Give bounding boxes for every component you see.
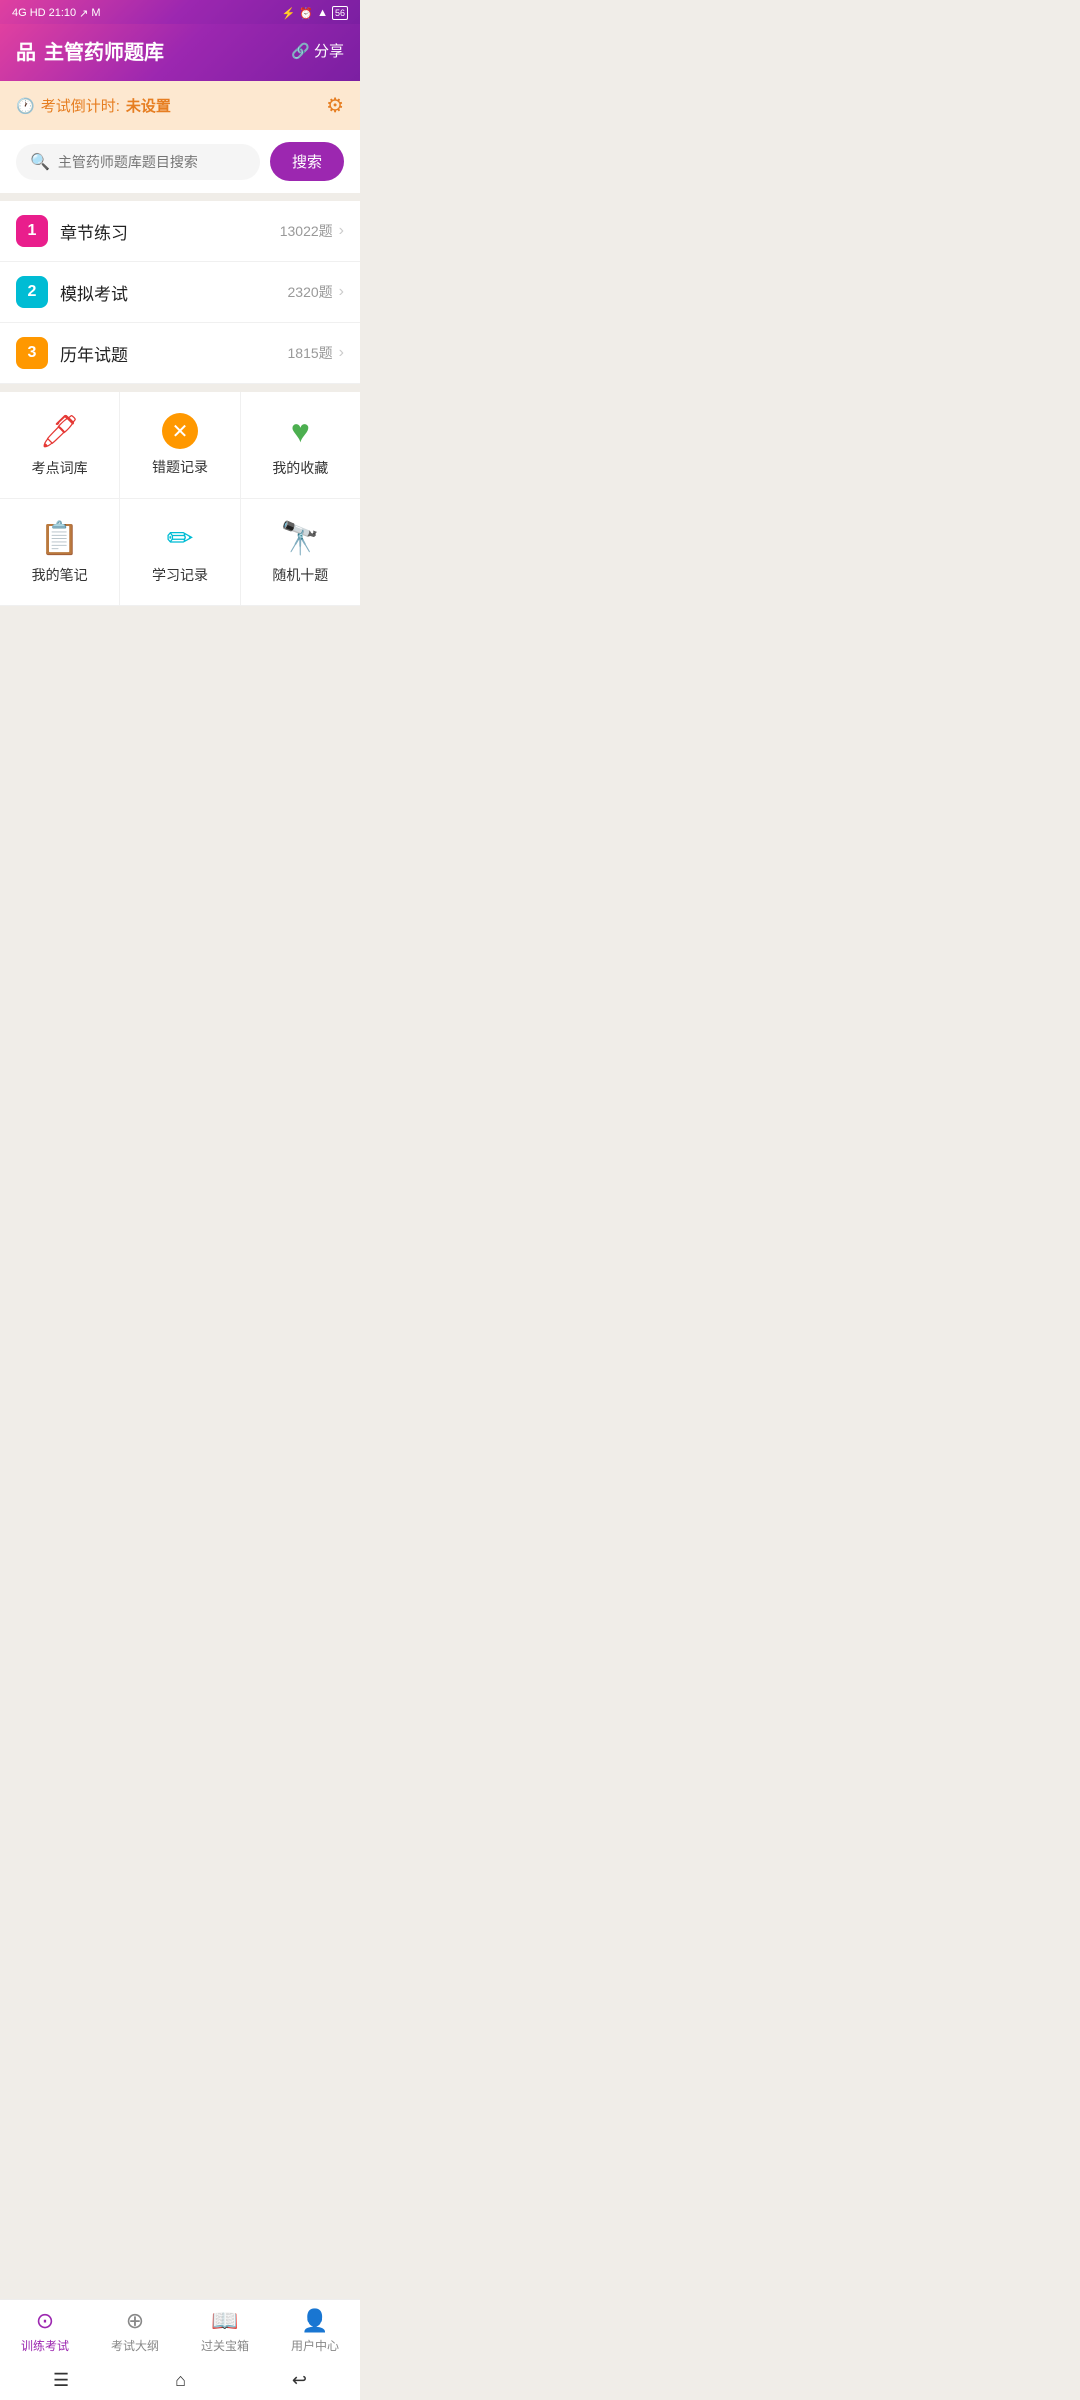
- user-icon: 👤: [301, 2308, 328, 2334]
- grid-cell-kaodian[interactable]: 🖊 考点词库: [0, 392, 120, 498]
- status-left: 4G HD 21:10 ↗ M: [12, 7, 101, 20]
- direction-icon: ↗: [79, 7, 88, 20]
- category-item-3[interactable]: 3 历年试题 1815题 ›: [0, 323, 360, 384]
- category-num-1: 1: [16, 215, 48, 247]
- share-button[interactable]: 🔗 分享: [291, 40, 344, 61]
- category-count-3: 1815题: [288, 343, 333, 363]
- grid-section: 🖊 考点词库 ✕ 错题记录 ♥ 我的收藏 📋 我的笔记 ✏ 学习记录: [0, 392, 360, 606]
- nav-item-user[interactable]: 👤 用户中心: [270, 2308, 360, 2354]
- nav-label-user: 用户中心: [291, 2337, 339, 2354]
- category-arrow-2: ›: [339, 283, 344, 301]
- category-label-2: 模拟考试: [60, 280, 288, 305]
- app-header: 品 主管药师题库 🔗 分享: [0, 24, 360, 81]
- heart-icon: ♥: [291, 413, 310, 450]
- notes-icon: 📋: [40, 519, 80, 557]
- binoculars-icon: 🔭: [280, 519, 320, 557]
- hd-icon: HD: [30, 7, 46, 19]
- category-count-2: 2320题: [288, 282, 333, 302]
- search-section: 🔍 搜索: [0, 130, 360, 193]
- cross-circle-icon: ✕: [162, 413, 198, 449]
- app-title: 主管药师题库: [44, 36, 164, 65]
- countdown-bar: 🕐 考试倒计时: 未设置 ⚙: [0, 81, 360, 130]
- home-icon: ⊙: [36, 2308, 54, 2334]
- target-icon: ⊕: [126, 2308, 144, 2334]
- category-num-2: 2: [16, 276, 48, 308]
- grid-cell-biji[interactable]: 📋 我的笔记: [0, 499, 120, 605]
- notification-icon: M: [91, 7, 100, 19]
- header-title: 品 主管药师题库: [16, 36, 164, 65]
- nav-item-treasure[interactable]: 📖 过关宝箱: [180, 2308, 270, 2354]
- countdown-settings-button[interactable]: ⚙: [326, 93, 344, 118]
- bottom-nav: ⊙ 训练考试 ⊕ 考试大纲 📖 过关宝箱 👤 用户中心: [0, 2299, 360, 2360]
- alarm-icon: ⏰: [299, 7, 313, 20]
- empty-content-area: [0, 606, 360, 906]
- status-right: ⚡ ⏰ ▲ 56: [282, 6, 348, 20]
- back-system-button[interactable]: ↩: [292, 2370, 307, 2391]
- home-system-button[interactable]: ⌂: [175, 2370, 186, 2391]
- biji-label: 我的笔记: [32, 565, 88, 585]
- category-list: 1 章节练习 13022题 › 2 模拟考试 2320题 › 3 历年试题 18…: [0, 201, 360, 384]
- category-item-2[interactable]: 2 模拟考试 2320题 ›: [0, 262, 360, 323]
- nav-label-train: 训练考试: [21, 2337, 69, 2354]
- category-label-1: 章节练习: [60, 219, 280, 244]
- xuexi-label: 学习记录: [152, 565, 208, 585]
- grid-cell-suiji[interactable]: 🔭 随机十题: [241, 499, 360, 605]
- nav-item-train[interactable]: ⊙ 训练考试: [0, 2308, 90, 2354]
- search-input-wrap: 🔍: [16, 144, 260, 180]
- search-button[interactable]: 搜索: [270, 142, 344, 181]
- nav-label-outline: 考试大纲: [111, 2337, 159, 2354]
- grid-cell-cuoti[interactable]: ✕ 错题记录: [120, 392, 240, 498]
- grid-row-2: 📋 我的笔记 ✏ 学习记录 🔭 随机十题: [0, 499, 360, 606]
- category-item-1[interactable]: 1 章节练习 13022题 ›: [0, 201, 360, 262]
- bluetooth-icon: ⚡: [282, 7, 296, 20]
- category-arrow-3: ›: [339, 344, 344, 362]
- pencil-icon: 🖊: [39, 412, 80, 450]
- cuoti-label: 错题记录: [152, 457, 208, 477]
- countdown-text: 🕐 考试倒计时: 未设置: [16, 95, 171, 116]
- search-icon: 🔍: [30, 152, 50, 172]
- nav-item-outline[interactable]: ⊕ 考试大纲: [90, 2308, 180, 2354]
- clock-icon: 🕐: [16, 97, 35, 115]
- time: 21:10: [49, 7, 77, 19]
- pen-teal-icon: ✏: [167, 519, 194, 557]
- search-input[interactable]: [58, 154, 246, 170]
- grid-cell-xuexi[interactable]: ✏ 学习记录: [120, 499, 240, 605]
- grid-cell-shoucang[interactable]: ♥ 我的收藏: [241, 392, 360, 498]
- battery-icon: 56: [332, 6, 348, 20]
- category-count-1: 13022题: [280, 221, 333, 241]
- shoucang-label: 我的收藏: [272, 458, 328, 478]
- signal-icon: 4G: [12, 7, 27, 19]
- category-num-3: 3: [16, 337, 48, 369]
- menu-system-button[interactable]: ☰: [53, 2370, 69, 2391]
- wifi-icon: ▲: [317, 7, 328, 19]
- system-bar: ☰ ⌂ ↩: [0, 2360, 360, 2400]
- category-label-3: 历年试题: [60, 341, 288, 366]
- status-bar: 4G HD 21:10 ↗ M ⚡ ⏰ ▲ 56: [0, 0, 360, 24]
- kaodian-label: 考点词库: [32, 458, 88, 478]
- book-icon: 📖: [211, 2308, 238, 2334]
- app-icon: 品: [16, 36, 36, 65]
- suiji-label: 随机十题: [272, 565, 328, 585]
- share-icon: 🔗: [291, 42, 310, 60]
- grid-row-1: 🖊 考点词库 ✕ 错题记录 ♥ 我的收藏: [0, 392, 360, 499]
- nav-label-treasure: 过关宝箱: [201, 2337, 249, 2354]
- category-arrow-1: ›: [339, 222, 344, 240]
